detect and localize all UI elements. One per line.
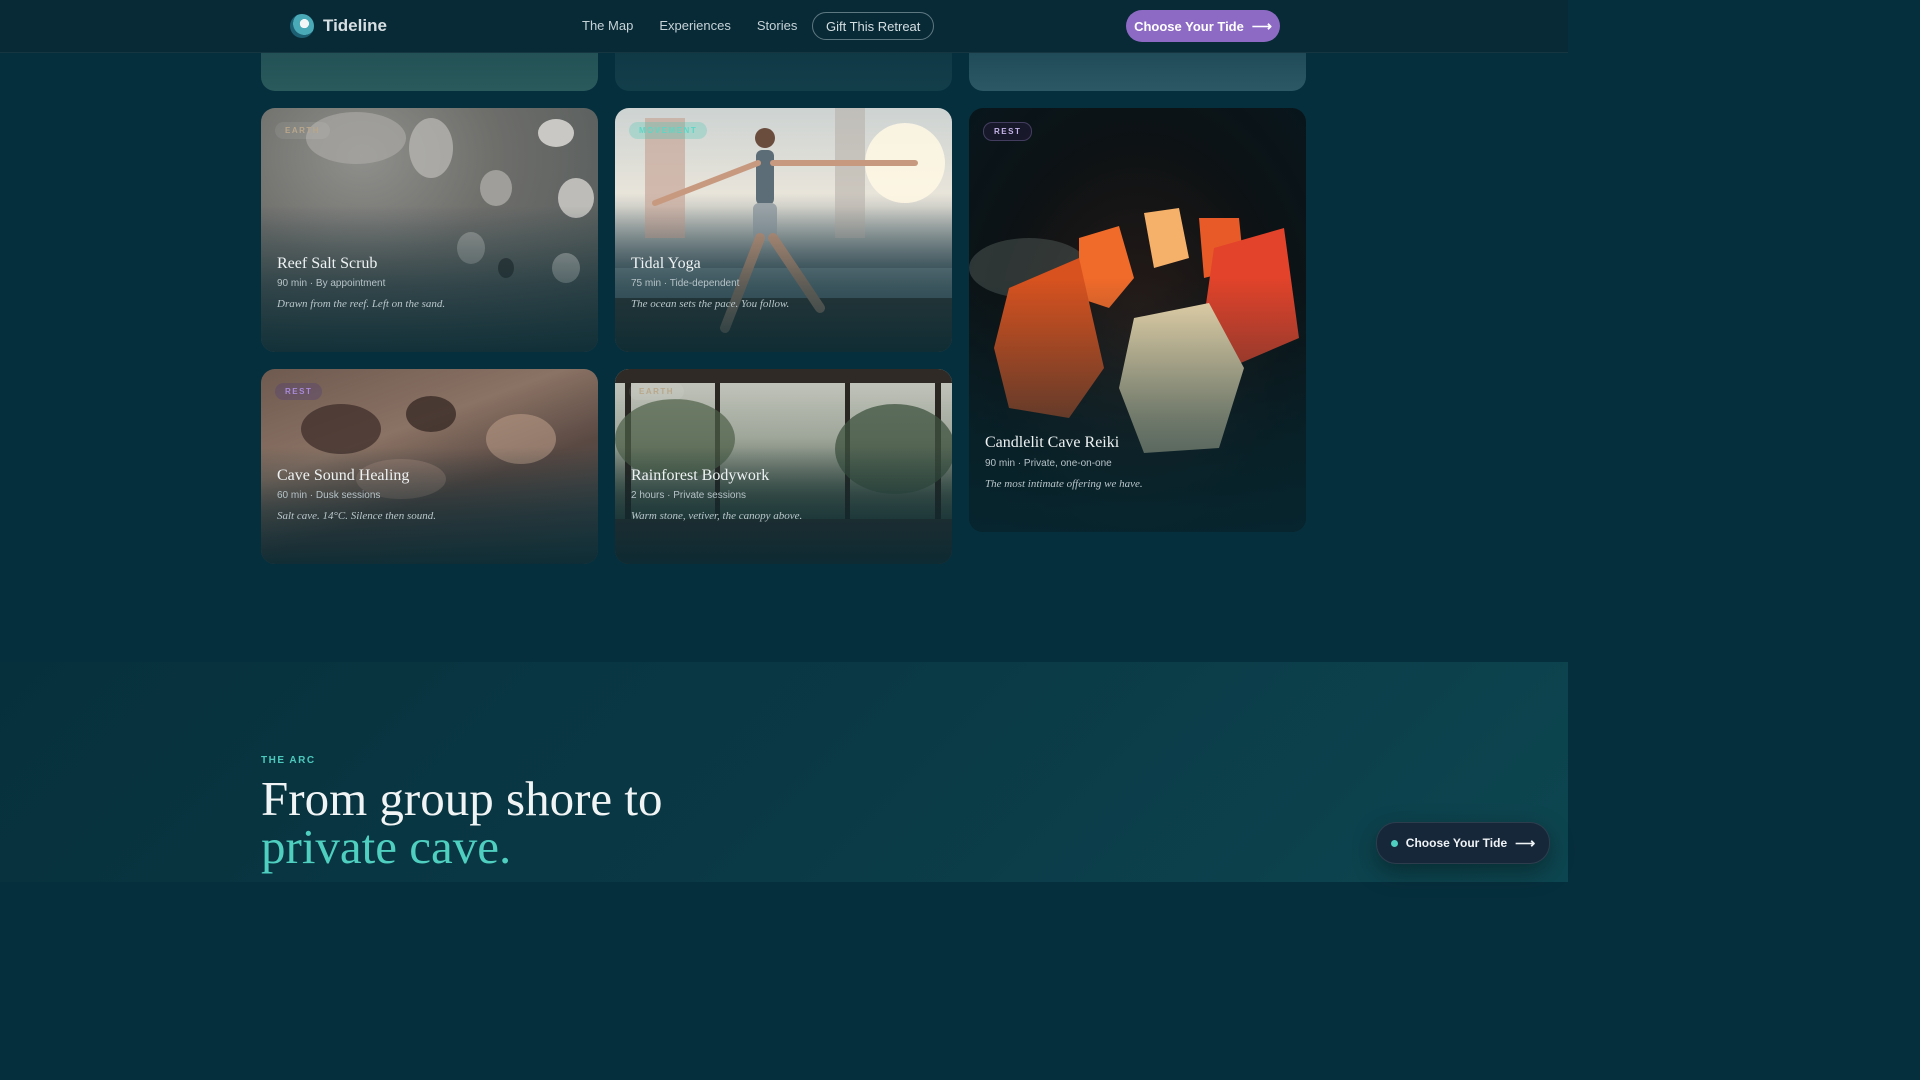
headline-line-1: From group shore to bbox=[261, 771, 663, 826]
brand-name: Tideline bbox=[323, 16, 387, 35]
floating-cta-label: Choose Your Tide bbox=[1405, 836, 1508, 850]
card-tagline: Drawn from the reef. Left on the sand. bbox=[277, 298, 446, 310]
site-header: Tideline The Map Experiences Stories Gif… bbox=[0, 0, 1568, 53]
experience-card-cave-sound-healing[interactable]: REST Cave Sound Healing 60 min · Dusk se… bbox=[261, 369, 598, 564]
card-tagline: The most intimate offering we have. bbox=[985, 478, 1143, 490]
card-meta: 2 hours · Private sessions bbox=[631, 490, 747, 501]
wave-globe-icon bbox=[290, 14, 314, 38]
nav-experiences[interactable]: Experiences bbox=[659, 18, 731, 33]
category-badge: MOVEMENT bbox=[629, 122, 708, 139]
nav-the-map[interactable]: The Map bbox=[582, 18, 633, 33]
header-cta-label: Choose Your Tide bbox=[1134, 18, 1244, 34]
arrow-right-icon: ⟶ bbox=[1515, 834, 1536, 851]
gift-retreat-button[interactable]: Gift This Retreat bbox=[812, 12, 935, 40]
brand-logo[interactable]: Tideline bbox=[290, 14, 387, 38]
experience-card-candlelit-cave-reiki[interactable]: REST Candlelit Cave Reiki 90 min · Priva… bbox=[969, 108, 1306, 532]
main-nav: The Map Experiences Stories bbox=[582, 18, 797, 33]
card-shade bbox=[615, 447, 952, 564]
card-title: Candlelit Cave Reiki bbox=[985, 434, 1120, 451]
experience-card-reef-salt-scrub[interactable]: EARTH Reef Salt Scrub 90 min · By appoin… bbox=[261, 108, 598, 352]
card-tagline: The ocean sets the pace. You follow. bbox=[631, 298, 790, 310]
card-meta: 75 min · Tide-dependent bbox=[631, 278, 740, 289]
category-badge: EARTH bbox=[629, 383, 685, 400]
experience-card-rainforest-bodywork[interactable]: EARTH Rainforest Bodywork 2 hours · Priv… bbox=[615, 369, 952, 564]
section-background bbox=[0, 662, 1568, 882]
card-meta: 90 min · By appointment bbox=[277, 278, 386, 289]
status-dot-icon bbox=[1390, 839, 1398, 847]
floating-cta-button[interactable]: Choose Your Tide ⟶ bbox=[1376, 822, 1550, 864]
card-title: Tidal Yoga bbox=[631, 255, 701, 272]
card-meta: 90 min · Private, one-on-one bbox=[985, 458, 1112, 469]
category-badge: EARTH bbox=[275, 122, 331, 139]
category-badge: REST bbox=[983, 122, 1033, 141]
arrow-right-icon: ⟶ bbox=[1251, 17, 1272, 34]
card-shade bbox=[261, 447, 598, 564]
headline-line-2: private cave. bbox=[261, 819, 512, 874]
card-shade bbox=[969, 277, 1306, 532]
card-tagline: Warm stone, vetiver, the canopy above. bbox=[631, 510, 803, 522]
card-tagline: Salt cave. 14°C. Silence then sound. bbox=[277, 510, 436, 522]
category-badge: REST bbox=[275, 383, 323, 400]
nav-stories[interactable]: Stories bbox=[757, 18, 797, 33]
card-title: Reef Salt Scrub bbox=[277, 255, 378, 272]
card-title: Cave Sound Healing bbox=[277, 467, 410, 484]
card-title: Rainforest Bodywork bbox=[631, 467, 770, 484]
section-headline: From group shore to private cave. bbox=[261, 771, 663, 874]
experience-card-tidal-yoga[interactable]: MOVEMENT Tidal Yoga 75 min · Tide-depend… bbox=[615, 108, 952, 352]
header-cta-button[interactable]: Choose Your Tide ⟶ bbox=[1126, 10, 1280, 42]
section-eyebrow: THE ARC bbox=[261, 755, 316, 766]
card-meta: 60 min · Dusk sessions bbox=[277, 490, 381, 501]
